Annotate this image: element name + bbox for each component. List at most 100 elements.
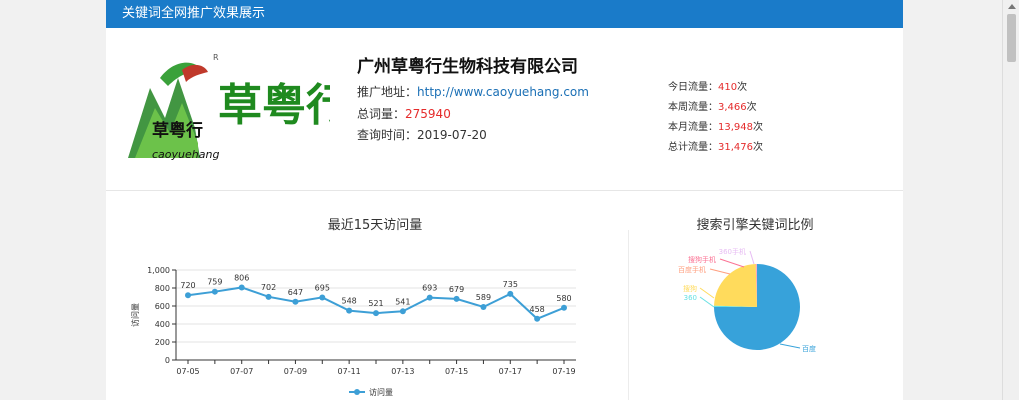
company-logo: 草粤行 caoyuehang 草粤行 R bbox=[128, 53, 330, 161]
line-chart: 0 200 400 600 800 1,000 访问量 07-05 07-07 07-09 07-1… bbox=[130, 266, 576, 397]
data-label: 695 bbox=[315, 283, 330, 292]
stat-unit: 次 bbox=[746, 102, 757, 113]
data-label: 458 bbox=[530, 305, 545, 314]
stat-unit: 次 bbox=[753, 122, 763, 133]
y-tick-label: 600 bbox=[155, 302, 170, 311]
data-point bbox=[453, 295, 460, 302]
x-tick-label: 07-11 bbox=[338, 367, 361, 376]
y-tick-label: 400 bbox=[155, 320, 170, 329]
pie-chart: 百度 360搜狗 百度手机搜狗手机360手机 bbox=[678, 247, 816, 353]
y-tick-label: 0 bbox=[165, 356, 170, 365]
data-point bbox=[373, 310, 379, 317]
scrollbar[interactable] bbox=[1002, 0, 1019, 400]
data-point bbox=[346, 307, 353, 314]
pie-label: 搜狗手机 bbox=[688, 255, 716, 264]
words-row: 总词量：275940 bbox=[357, 105, 451, 122]
line-chart-title: 最近15天访问量 bbox=[327, 218, 423, 233]
pie-label-line bbox=[719, 258, 745, 268]
data-point bbox=[211, 288, 218, 295]
y-tick-label: 200 bbox=[155, 338, 170, 347]
x-tick-label: 07-15 bbox=[445, 367, 468, 376]
pie-label-line bbox=[699, 296, 715, 308]
data-point bbox=[426, 294, 433, 301]
stat-unit: 次 bbox=[737, 82, 748, 93]
pie-chart-title: 搜索引擎关键词比例 bbox=[696, 218, 814, 233]
header-title: 关键词全网推广效果展示 bbox=[122, 6, 266, 21]
x-tick-label: 07-05 bbox=[176, 367, 199, 376]
pie-label: 百度 bbox=[802, 344, 816, 353]
words-value: 275940 bbox=[405, 107, 451, 121]
data-label: 521 bbox=[368, 299, 383, 308]
data-label: 735 bbox=[503, 280, 518, 289]
legend-label: 访问量 bbox=[369, 387, 393, 397]
data-label: 720 bbox=[180, 281, 195, 290]
stat-row-week: 本周流量：3,466次 bbox=[668, 98, 757, 113]
company-name: 广州草粤行生物科技有限公司 bbox=[357, 57, 578, 77]
data-point bbox=[399, 308, 406, 315]
pie-label-line bbox=[709, 268, 731, 275]
stat-value: 410 bbox=[718, 82, 738, 93]
data-label: 580 bbox=[556, 294, 571, 303]
data-point bbox=[292, 298, 299, 305]
y-tick-label: 1,000 bbox=[147, 266, 170, 275]
stat-row-month: 本月流量：13,948次 bbox=[668, 118, 763, 133]
y-tick-label: 800 bbox=[155, 284, 170, 293]
pie-label-line bbox=[749, 250, 755, 265]
logo-script: 草粤行 bbox=[152, 120, 203, 141]
data-label: 759 bbox=[207, 278, 222, 287]
chart-divider bbox=[628, 230, 629, 400]
data-label: 647 bbox=[288, 288, 303, 297]
logo-pinyin: caoyuehang bbox=[152, 148, 219, 161]
data-point bbox=[507, 290, 514, 297]
x-tick-label: 07-17 bbox=[499, 367, 522, 376]
data-label: 589 bbox=[476, 293, 491, 302]
x-tick-label: 07-19 bbox=[552, 367, 575, 376]
scroll-up-arrow-icon[interactable] bbox=[1008, 4, 1016, 9]
data-point bbox=[480, 303, 487, 310]
data-point bbox=[561, 304, 567, 311]
section-divider bbox=[106, 190, 903, 191]
date-label: 查询时间： bbox=[357, 128, 418, 142]
x-tick-label: 07-13 bbox=[391, 367, 414, 376]
url-label: 推广地址： bbox=[357, 85, 418, 99]
pie-slice bbox=[714, 264, 757, 307]
stat-unit: 次 bbox=[753, 142, 763, 153]
legend-marker bbox=[354, 389, 360, 395]
y-axis-label: 访问量 bbox=[130, 303, 140, 327]
data-point bbox=[238, 284, 245, 291]
words-label: 总词量： bbox=[357, 107, 406, 121]
data-label: 806 bbox=[234, 273, 249, 282]
pie-label: 百度手机 bbox=[678, 265, 706, 274]
scrollbar-thumb[interactable] bbox=[1007, 14, 1016, 62]
logo-text: 草粤行 bbox=[218, 80, 330, 131]
pie-label-line bbox=[699, 287, 715, 299]
data-label: 679 bbox=[449, 285, 464, 294]
date-value: 2019-07-20 bbox=[417, 128, 487, 142]
date-row: 查询时间：2019-07-20 bbox=[357, 126, 487, 143]
stat-value: 13,948 bbox=[718, 122, 753, 133]
url-row: 推广地址：http://www.caoyuehang.com bbox=[357, 83, 589, 100]
stat-label: 本月流量： bbox=[668, 122, 718, 133]
stat-label: 本周流量： bbox=[668, 102, 718, 113]
pie-label: 360 bbox=[684, 294, 697, 302]
data-point bbox=[319, 294, 326, 301]
logo-mark: R bbox=[213, 53, 219, 62]
stat-value: 3,466 bbox=[718, 102, 747, 113]
pie-label-line bbox=[779, 343, 801, 349]
data-point bbox=[534, 315, 541, 322]
pie-label: 搜狗 bbox=[683, 284, 697, 293]
x-tick-label: 07-07 bbox=[230, 367, 253, 376]
stat-row-total: 总计流量：31,476次 bbox=[668, 138, 763, 153]
stat-row-today: 今日流量：410次 bbox=[668, 78, 747, 93]
x-tick-label: 07-09 bbox=[284, 367, 307, 376]
data-point bbox=[185, 292, 191, 299]
data-point bbox=[265, 293, 272, 300]
header-bar: 关键词全网推广效果展示 bbox=[106, 0, 903, 28]
stat-label: 总计流量： bbox=[668, 142, 718, 153]
data-label: 541 bbox=[395, 297, 410, 306]
data-label: 548 bbox=[342, 297, 357, 306]
stat-value: 31,476 bbox=[718, 142, 753, 153]
data-label: 702 bbox=[261, 283, 276, 292]
company-url-link[interactable]: http://www.caoyuehang.com bbox=[417, 85, 589, 99]
pie-label: 360手机 bbox=[719, 247, 746, 256]
